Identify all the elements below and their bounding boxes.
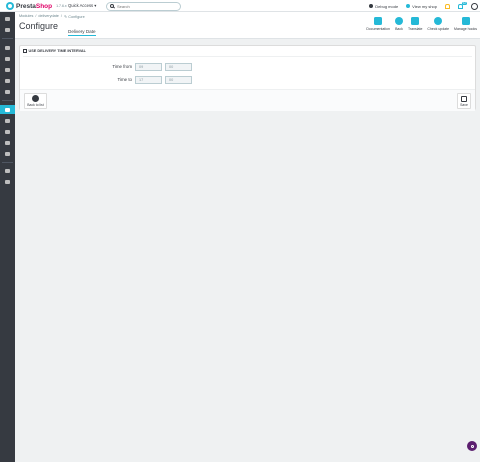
breadcrumb-current: ✎ Configure (63, 15, 85, 19)
flag-icon (411, 17, 420, 25)
search-bar[interactable] (106, 1, 181, 11)
notification-count-badge: 12 (462, 1, 467, 5)
logo-text-presta: Presta (16, 2, 36, 10)
check-update-button[interactable]: Check update (427, 17, 449, 31)
top-bar: PrestaShop 1.7.6.x Quick Access ▾ Debug … (0, 0, 480, 12)
arrow-circle-left-icon (32, 95, 39, 102)
back-to-list-label: Back to list (27, 103, 44, 107)
employee-avatar-icon[interactable] (471, 2, 478, 10)
notifications-bell-icon[interactable] (445, 3, 450, 9)
page-title: Configure (19, 21, 59, 31)
sidebar-item-payment[interactable] (3, 140, 12, 146)
floppy-disk-icon (461, 95, 467, 102)
panel-heading: USE DELIVERY TIME INTERVAL (23, 49, 86, 53)
top-right-actions: Debug mode View my shop 12 (369, 1, 478, 10)
breadcrumb-item: Configure (68, 15, 85, 19)
breadcrumb-item[interactable]: deliverydate (38, 14, 58, 19)
breadcrumb-separator: / (60, 14, 62, 18)
debug-mode-link[interactable]: Debug mode (369, 4, 398, 9)
book-icon (374, 17, 383, 25)
anchor-icon (461, 17, 470, 25)
orders-notification-icon[interactable]: 12 (458, 1, 467, 9)
sidebar-item-orders[interactable] (3, 45, 12, 51)
sidebar-item-customers[interactable] (3, 67, 12, 73)
sidebar-item-advanced-parameters[interactable] (3, 179, 12, 185)
save-label: Save (460, 102, 468, 107)
page-header: Modules / deliverydate / ✎ Configure Confi… (15, 12, 480, 39)
manage-hooks-button[interactable]: Manage hooks (454, 17, 477, 31)
sidebar-item-stats[interactable] (3, 89, 12, 95)
debug-mode-label: Debug mode (375, 3, 399, 9)
time-to-label: Time to (117, 77, 132, 82)
documentation-button[interactable]: Documentation (366, 17, 390, 31)
toolbar-label: Manage hooks (454, 27, 477, 31)
sidebar-item-catalog[interactable] (3, 56, 12, 62)
prestashop-logo[interactable]: PrestaShop 1.7.6.x (6, 2, 67, 10)
sidebar-item-design[interactable] (3, 118, 12, 124)
time-from-row: Time from 09 00 (20, 62, 192, 71)
sidebar-nav (0, 12, 15, 462)
panel-heading-text: USE DELIVERY TIME INTERVAL (28, 49, 86, 53)
time-from-minute-field[interactable]: 00 (165, 62, 192, 71)
breadcrumb-separator: / (35, 14, 37, 18)
help-icon (470, 444, 474, 448)
time-to-minute-field[interactable]: 00 (165, 75, 192, 84)
sidebar-item-shipping[interactable] (3, 129, 12, 135)
sidebar-divider (2, 38, 13, 39)
sidebar-item-international[interactable] (3, 151, 12, 157)
toolbar-label: Check update (427, 27, 450, 31)
help-floating-button[interactable] (467, 441, 477, 451)
tab-delivery-date[interactable]: Delivery Date (68, 29, 96, 36)
sidebar-collapse-icon[interactable] (3, 16, 12, 22)
sidebar-item-modules[interactable] (0, 105, 15, 114)
toolbar-label: Back (395, 27, 403, 31)
toolbar: Documentation Back Translate Check updat… (366, 17, 477, 31)
time-from-label: Time from (112, 64, 132, 69)
back-toolbar-button[interactable]: Back (394, 17, 403, 31)
view-shop-link[interactable]: View my shop (406, 4, 437, 9)
sidebar-item-dashboard[interactable] (3, 27, 12, 33)
search-input[interactable] (117, 3, 177, 9)
logo-text: PrestaShop (16, 3, 52, 10)
sidebar-divider (2, 100, 13, 101)
panel-footer: Back to list Save (20, 89, 475, 111)
panel-divider (23, 56, 472, 57)
logo-text-shop: Shop (35, 2, 53, 10)
breadcrumb: Modules / deliverydate / ✎ Configure (19, 14, 85, 19)
config-panel: USE DELIVERY TIME INTERVAL Time from 09 … (19, 45, 476, 111)
search-icon (110, 4, 114, 8)
pencil-icon (23, 49, 27, 53)
toolbar-label: Translate (407, 27, 423, 31)
eye-icon (406, 4, 411, 8)
time-to-row: Time to 17 00 (20, 75, 192, 84)
view-shop-label: View my shop (412, 3, 437, 9)
arrow-left-icon (394, 17, 403, 25)
bug-icon (369, 4, 374, 8)
save-button[interactable]: Save (457, 93, 471, 109)
breadcrumb-item[interactable]: Modules (19, 14, 33, 19)
logo-icon (6, 2, 14, 10)
time-to-hour-field[interactable]: 17 (135, 75, 162, 84)
sidebar-divider (2, 162, 13, 163)
toolbar-label: Documentation (366, 27, 390, 31)
sidebar-item-shop-parameters[interactable] (3, 168, 12, 174)
sidebar-item-service[interactable] (3, 78, 12, 84)
translate-button[interactable]: Translate (408, 17, 422, 31)
time-from-hour-field[interactable]: 09 (135, 62, 162, 71)
version-label: 1.7.6.x (56, 4, 67, 8)
back-to-list-button[interactable]: Back to list (24, 93, 47, 109)
refresh-icon (434, 17, 443, 25)
quick-access-dropdown[interactable]: Quick Access ▾ (68, 3, 96, 8)
